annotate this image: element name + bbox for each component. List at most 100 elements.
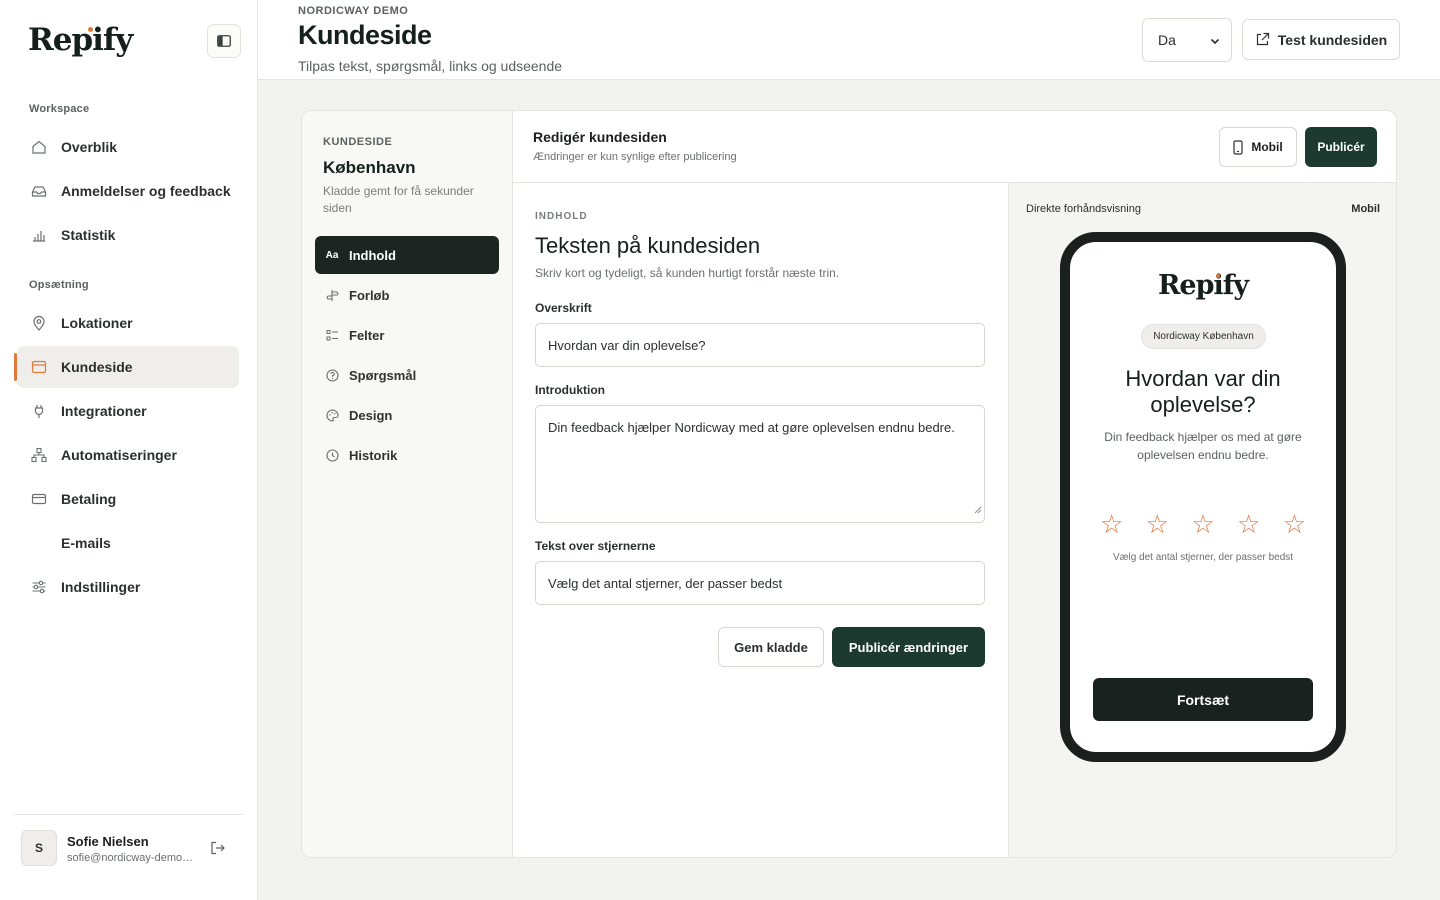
collapse-sidebar-button[interactable] [207,24,241,58]
publish-button[interactable]: Publicér [1305,127,1377,167]
chevron-down-icon [1209,34,1221,50]
continue-button[interactable]: Fortsæt [1093,678,1313,721]
breadcrumb[interactable]: NORDICWAY DEMO [298,5,408,17]
text-icon: Aa [325,249,339,261]
preview-label: Direkte forhåndsvisning [1026,203,1141,215]
subnav-item-design[interactable]: Design [315,396,499,434]
subnav-item-label: Design [349,407,393,423]
phone-mockup: Repify Nordicway København Hvordan var d… [1060,232,1346,762]
sidebar-item-label: Kundeside [61,359,133,375]
subnav-item-felter[interactable]: Felter [315,316,499,354]
page-subtitle: Tilpas tekst, spørgsmål, links og udseen… [298,58,563,74]
browser-icon [31,359,47,375]
page-title: Kundeside [298,20,432,50]
sliders-icon [31,579,47,595]
subnav-item-label: Felter [349,327,385,343]
sidebar-toggle-icon [217,35,231,47]
section-label-workspace: Workspace [29,103,90,115]
top-header: NORDICWAY DEMO Kundeside Tilpas tekst, s… [258,0,1440,80]
resize-handle-icon[interactable] [974,499,982,520]
credit-card-icon [31,491,47,507]
test-button-label: Test kundesiden [1277,31,1388,48]
sidebar-item-label: Indstillinger [61,579,141,595]
preview-stars-text: Vælg det antal stjerner, der passer beds… [1112,552,1294,563]
publish-changes-button[interactable]: Publicér ændringer [832,627,985,667]
signpost-icon [325,289,339,302]
logout-icon[interactable] [210,841,226,860]
phone-icon [1233,139,1243,155]
sidebar-item-anmeldelser[interactable]: Anmeldelser og feedback [17,170,239,212]
save-draft-button[interactable]: Gem kladde [718,627,824,667]
customer-page-editor-card: KUNDESIDE København Kladde gemt for få s… [301,110,1397,858]
heading-field-label: Overskrift [535,301,592,315]
sidebar-item-overblik[interactable]: Overblik [17,126,239,168]
mobile-preview-button[interactable]: Mobil [1219,127,1297,167]
sidebar-item-label: Overblik [61,139,118,155]
inbox-icon [31,183,47,199]
sidebar-item-label: Automatiseringer [61,447,177,463]
sidebar-item-indstillinger[interactable]: Indstillinger [17,566,239,608]
location-badge: Nordicway København [1141,324,1266,349]
list-icon [325,329,339,342]
subnav-item-indhold[interactable]: Aa Indhold [315,236,499,274]
subnav-item-label: Historik [349,447,398,463]
content-editor: INDHOLD Teksten på kundesiden Skriv kort… [513,183,1008,857]
sidebar-item-label: Anmeldelser og feedback [61,183,231,199]
preview-mode: Mobil [1351,203,1380,215]
workflow-icon [31,447,47,463]
palette-icon [325,408,339,422]
mobile-button-label: Mobil [1251,140,1283,154]
map-pin-icon [31,315,47,331]
sidebar-item-lokationer[interactable]: Lokationer [17,302,239,344]
question-icon [325,368,339,382]
intro-text: Din feedback hjælper Nordicway med at gø… [548,420,955,435]
home-icon [31,139,47,155]
preview-logo-dot [1216,274,1220,278]
sidebar-item-label: Statistik [61,227,116,243]
language-select[interactable]: Da [1142,18,1232,62]
preview-title: Hvordan var din oplevelse? [1125,366,1281,417]
live-preview-panel: Direkte forhåndsvisning Mobil Repify Nor… [1008,183,1396,857]
test-customer-page-button[interactable]: Test kundesiden [1242,19,1400,60]
subnav-item-historik[interactable]: Historik [315,436,499,474]
stars-text-input[interactable]: Vælg det antal stjerner, der passer beds… [535,561,985,605]
subnav-item-label: Indhold [349,247,396,263]
toolbar-subtitle: Ændringer er kun synlige efter publiceri… [533,151,737,163]
intro-textarea[interactable]: Din feedback hjælper Nordicway med at gø… [535,405,985,523]
subnav-item-spoergsmaal[interactable]: Spørgsmål [315,356,499,394]
heading-input[interactable]: Hvordan var din oplevelse? [535,323,985,367]
star-icon[interactable]: ☆ [1146,509,1169,539]
sidebar-item-automatiseringer[interactable]: Automatiseringer [17,434,239,476]
stars-text-field-label: Tekst over stjernerne [535,539,656,553]
sidebar-item-statistik[interactable]: Statistik [17,214,239,256]
sidebar-item-kundeside[interactable]: Kundeside [17,346,239,388]
avatar[interactable]: S [21,830,57,866]
clock-icon [325,448,339,462]
repify-logo[interactable]: Repify [28,22,133,58]
subnav-item-label: Spørgsmål [349,367,417,383]
draft-status: Kladde gemt for få sekunder siden [323,184,474,215]
preview-intro: Din feedback hjælper os med at gøre ople… [1104,430,1302,462]
sidebar: Repify Workspace Overblik Anmeldelser og… [0,0,258,900]
email-icon [31,535,47,551]
star-icon[interactable]: ☆ [1191,509,1214,539]
logo-dot [88,27,93,32]
star-icon[interactable]: ☆ [1283,509,1306,539]
sidebar-item-emails[interactable]: E-mails [17,522,239,564]
subnav-item-forloeb[interactable]: Forløb [315,276,499,314]
sidebar-item-label: Lokationer [61,315,133,331]
preview-logo: Repify [1157,270,1249,301]
intro-field-label: Introduktion [535,383,605,397]
subnav-label: KUNDESIDE [323,136,393,148]
sub-navigation: KUNDESIDE København Kladde gemt for få s… [302,111,513,857]
sidebar-item-integrationer[interactable]: Integrationer [17,390,239,432]
sidebar-item-betaling[interactable]: Betaling [17,478,239,520]
user-name: Sofie Nielsen [67,834,149,849]
sidebar-item-label: Integrationer [61,403,147,419]
active-indicator [14,353,17,381]
editor-title: Teksten på kundesiden [535,233,761,258]
star-icon[interactable]: ☆ [1237,509,1260,539]
star-rating: ☆ ☆ ☆ ☆ ☆ [1100,509,1306,539]
star-icon[interactable]: ☆ [1100,509,1123,539]
location-title: København [323,158,416,177]
